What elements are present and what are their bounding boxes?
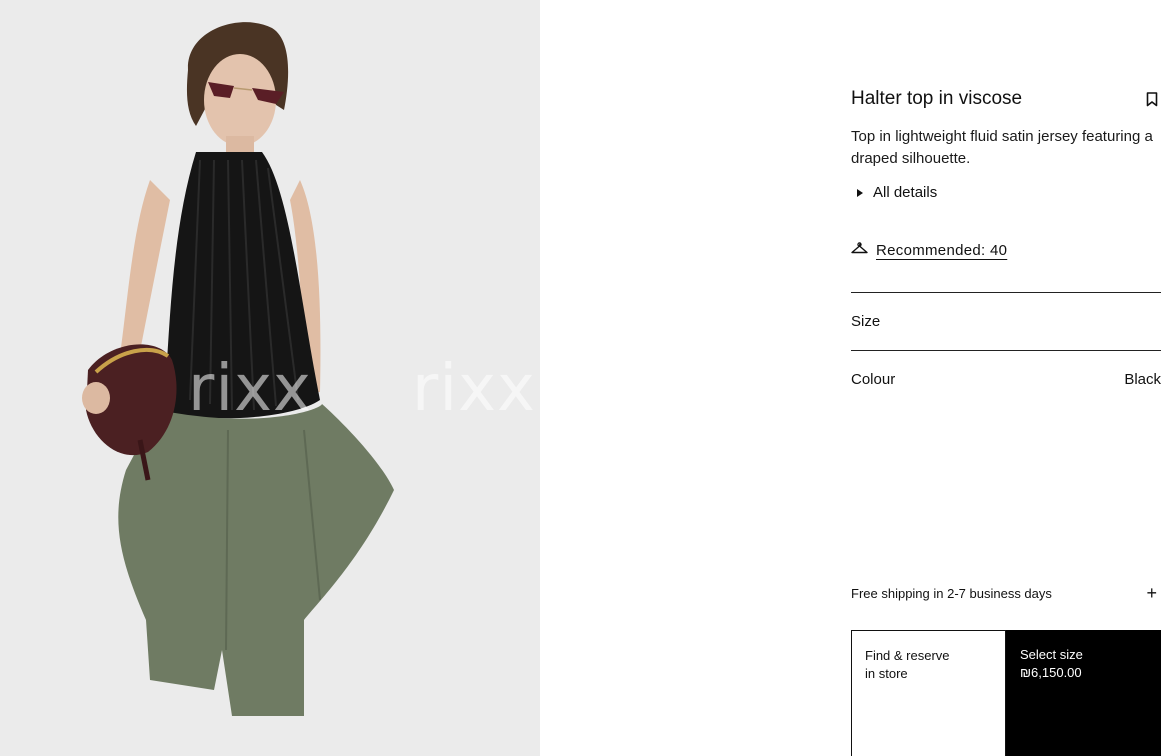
size-label: Size [851, 313, 881, 330]
shipping-label: Free shipping in 2-7 business days [851, 585, 1052, 601]
recommended-size-link[interactable]: Recommended: 40 [876, 242, 1007, 259]
bookmark-icon[interactable] [1143, 89, 1161, 109]
find-store-line1: Find & reserve [865, 648, 950, 663]
watermark-text: rixx [188, 352, 312, 426]
colour-label: Colour [851, 371, 896, 388]
colour-selector[interactable]: Colour Black [851, 350, 1161, 408]
select-size-button[interactable]: Select size ₪6,150.00 [1006, 630, 1161, 756]
watermark-text: rixx [412, 352, 536, 426]
product-description: Top in lightweight fluid satin jersey fe… [851, 128, 1153, 167]
triangle-right-icon [857, 188, 863, 197]
shipping-info-toggle[interactable]: Free shipping in 2-7 business days + [851, 584, 1161, 602]
hanger-icon [851, 242, 868, 259]
find-reserve-in-store-button[interactable]: Find & reserve in store [851, 630, 1006, 756]
product-info-panel: Halter top in viscose Top in lightweight… [851, 0, 1161, 756]
purchase-actions: Find & reserve in store Select size ₪6,1… [851, 630, 1161, 756]
product-image[interactable]: rixx rixx [0, 0, 540, 756]
size-selector[interactable]: Size [851, 292, 1161, 350]
all-details-toggle[interactable]: All details [857, 184, 937, 201]
select-size-label: Select size [1020, 647, 1083, 662]
plus-icon: + [1146, 583, 1157, 603]
find-store-line2: in store [865, 666, 908, 681]
all-details-label: All details [873, 184, 938, 201]
price: ₪6,150.00 [1020, 665, 1082, 680]
title-row: Halter top in viscose [851, 88, 1161, 110]
product-title: Halter top in viscose [851, 88, 1023, 109]
colour-value: Black [1124, 371, 1161, 388]
size-recommendation: Recommended: 40 [851, 242, 1007, 259]
